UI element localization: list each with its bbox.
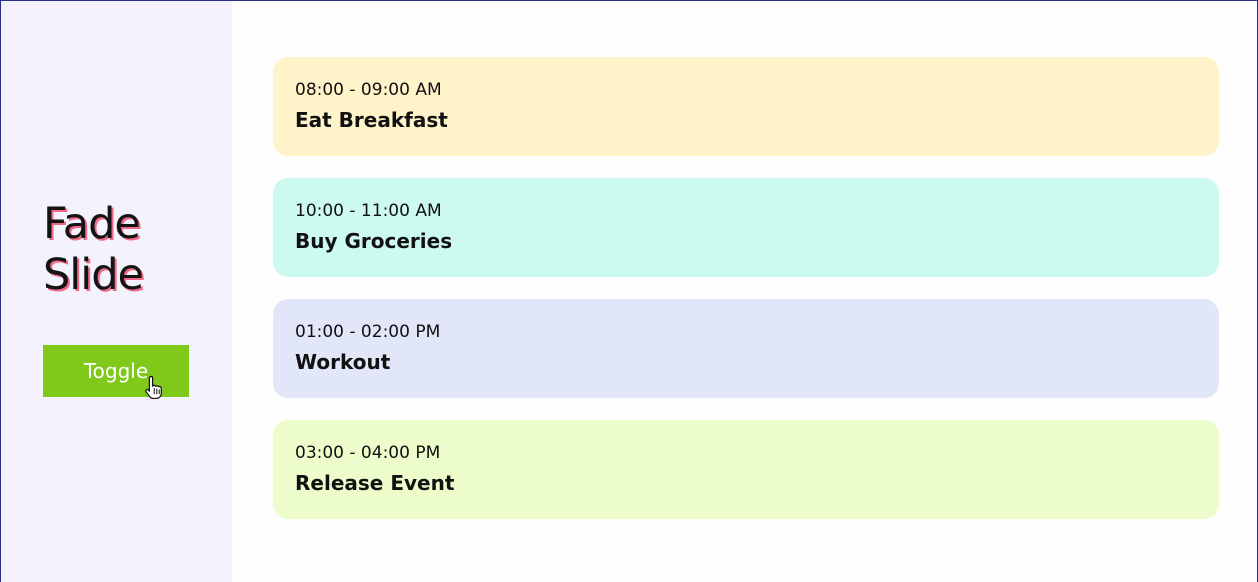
event-card-eat-breakfast: 08:00 - 09:00 AM Eat Breakfast bbox=[273, 57, 1219, 156]
event-card-release-event: 03:00 - 04:00 PM Release Event bbox=[273, 420, 1219, 519]
toggle-button[interactable]: Toggle bbox=[43, 345, 189, 397]
event-title: Eat Breakfast bbox=[295, 108, 448, 132]
event-time: 10:00 - 11:00 AM bbox=[295, 201, 442, 221]
demo-title-line-slide: Slide bbox=[43, 250, 144, 300]
demo-title-line-fade: Fade bbox=[43, 199, 141, 249]
event-title: Workout bbox=[295, 350, 391, 374]
event-time: 03:00 - 04:00 PM bbox=[295, 443, 441, 463]
app-window: Fade Slide Toggle 08:00 - 09:00 AM Eat B… bbox=[0, 0, 1258, 582]
schedule-list: 08:00 - 09:00 AM Eat Breakfast 10:00 - 1… bbox=[273, 57, 1219, 541]
event-title: Buy Groceries bbox=[295, 229, 453, 253]
event-title: Release Event bbox=[295, 471, 455, 495]
event-card-workout: 01:00 - 02:00 PM Workout bbox=[273, 299, 1219, 398]
demo-title: Fade Slide bbox=[43, 199, 223, 301]
sidebar: Fade Slide Toggle bbox=[1, 1, 232, 582]
event-card-buy-groceries: 10:00 - 11:00 AM Buy Groceries bbox=[273, 178, 1219, 277]
event-time: 01:00 - 02:00 PM bbox=[295, 322, 441, 342]
event-time: 08:00 - 09:00 AM bbox=[295, 80, 442, 100]
